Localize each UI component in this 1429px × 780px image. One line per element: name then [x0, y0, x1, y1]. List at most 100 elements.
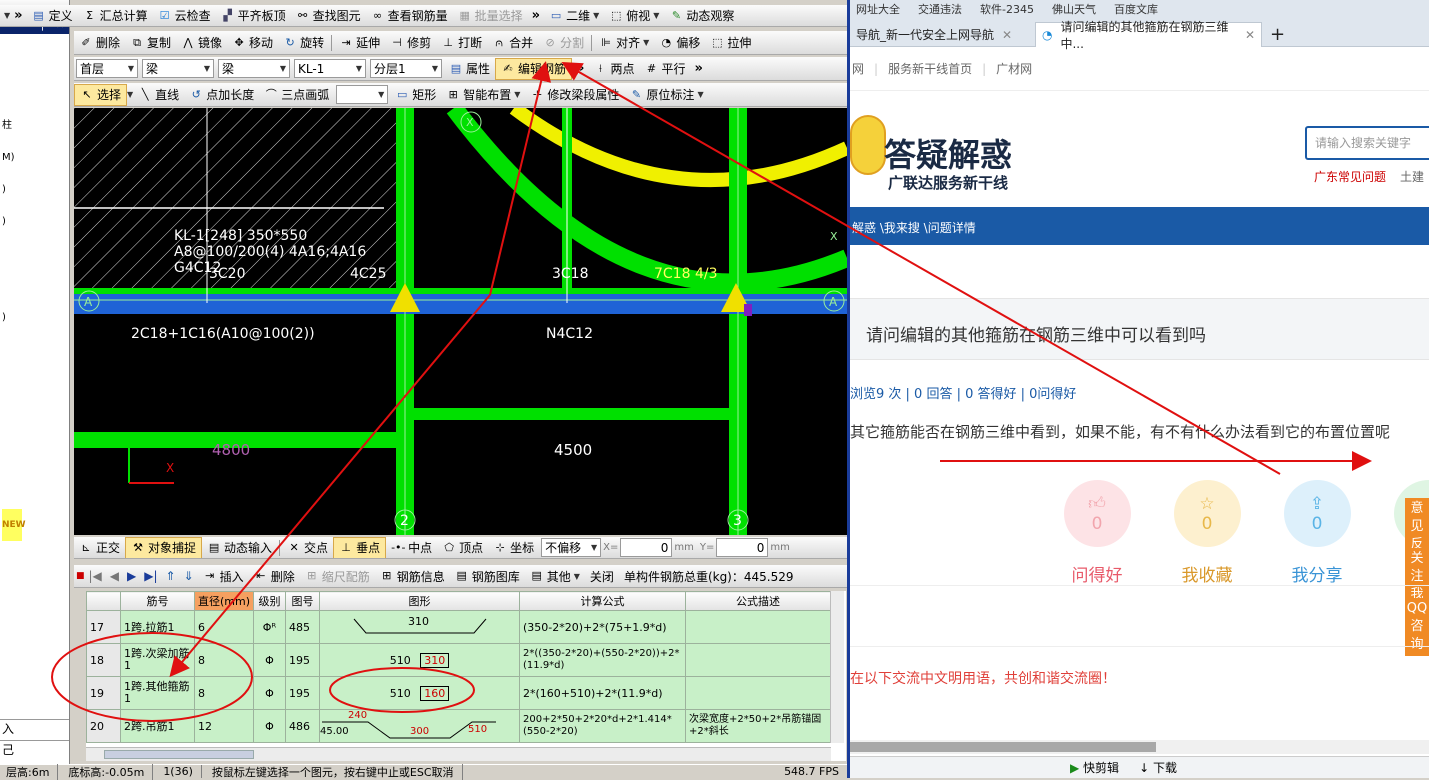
rebar-info-button[interactable]: ⊞ 钢筋信息	[375, 565, 450, 587]
ask-good-button[interactable]: 👍︎ 0 问得好	[1062, 480, 1132, 586]
nav-link[interactable]: 广材网	[996, 60, 1032, 77]
offset-button[interactable]: ◔ 偏移	[654, 32, 705, 54]
rebar-delete-button[interactable]: ⇤ 删除	[249, 565, 300, 587]
smart-layout-dropdown[interactable]: ⊞ 智能布置 ▼	[441, 84, 525, 106]
favorite-link[interactable]: 交通违法	[918, 1, 962, 17]
align-dropdown[interactable]: ⊫ 对齐 ▼	[594, 32, 654, 54]
split-button[interactable]: ⊘ 分割	[538, 32, 589, 54]
row-shape[interactable]: 240 45.00 300 510	[319, 709, 521, 743]
left-tab-2[interactable]: 己	[0, 740, 69, 760]
rotate-button[interactable]: ↻ 旋转	[278, 32, 329, 54]
perpendicular-snap[interactable]: ⊥ 垂点	[333, 537, 387, 558]
row-diameter[interactable]: 12	[193, 709, 255, 743]
more-icon[interactable]: »	[10, 8, 26, 23]
row-formula[interactable]: 2*(160+510)+2*(11.9*d)	[519, 676, 687, 710]
other-dropdown[interactable]: ▤ 其他 ▼	[525, 565, 585, 587]
header-formula[interactable]: 计算公式	[519, 591, 687, 611]
cloud-check-button[interactable]: ☑ 云检查	[153, 5, 216, 26]
more-icon[interactable]: »	[528, 8, 544, 23]
arc-mode-select[interactable]: ▼	[336, 85, 389, 104]
row-figure[interactable]: 486	[285, 709, 321, 743]
qq-tab[interactable]: QQ咨询	[1405, 598, 1429, 656]
link-guangdong[interactable]: 广东常见问题	[1314, 168, 1386, 185]
merge-button[interactable]: ⩀ 合并	[487, 32, 538, 54]
layer-select[interactable]: 分层1 ▼	[370, 59, 442, 78]
x-input[interactable]: 0	[620, 538, 673, 557]
row-desc[interactable]	[685, 676, 831, 710]
favorite-link[interactable]: 百度文库	[1114, 1, 1158, 17]
row-shape[interactable]: 510 310	[319, 643, 521, 677]
browser-tab-1[interactable]: 导航_新一代安全上网导航 ✕	[850, 22, 1033, 47]
link-civil[interactable]: 土建	[1400, 168, 1424, 185]
trim-button[interactable]: ⊣ 修剪	[385, 32, 436, 54]
favorite-link[interactable]: 网址大全	[856, 1, 900, 17]
row-shape[interactable]: 310	[319, 610, 521, 644]
header-figure[interactable]: 图号	[285, 591, 321, 611]
row-diameter[interactable]: 6	[193, 610, 255, 644]
up-icon[interactable]: ⇑	[162, 569, 180, 583]
left-tab-1[interactable]: 入	[0, 719, 69, 739]
page-hscroll-thumb[interactable]	[850, 742, 1156, 752]
dynamic-observe-button[interactable]: ✎ 动态观察	[664, 5, 739, 26]
favorite-button[interactable]: ☆ 0 我收藏	[1172, 480, 1242, 586]
table-row[interactable]: 17 1跨.拉筋1 6 Φᴿ 485 310 (350-2*20)+2*(75+…	[86, 610, 831, 644]
tree-item[interactable]: )	[2, 174, 69, 206]
favorite-link[interactable]: 软件-2345	[980, 1, 1034, 17]
floor-select[interactable]: 首层 ▼	[76, 59, 138, 78]
close-tab-icon[interactable]: ✕	[1245, 28, 1255, 42]
top-view-dropdown[interactable]: ⬚ 俯视 ▼	[604, 5, 664, 26]
rectangle-button[interactable]: ▭ 矩形	[390, 84, 441, 106]
intersection-snap[interactable]: ✕ 交点	[282, 537, 333, 558]
stretch-button[interactable]: ⬚ 拉伸	[705, 32, 756, 54]
row-grade[interactable]: Φ	[253, 709, 287, 743]
header-name[interactable]: 筋号	[120, 591, 195, 611]
next-icon[interactable]: ▶	[123, 569, 140, 583]
copy-button[interactable]: ⧉ 复制	[125, 32, 176, 54]
hscroll-thumb[interactable]	[104, 750, 254, 759]
row-diameter[interactable]: 8	[193, 643, 255, 677]
coordinate-snap[interactable]: ⊹ 坐标	[488, 537, 539, 558]
vertex-snap[interactable]: ⬠ 顶点	[437, 537, 488, 558]
row-figure[interactable]: 195	[285, 676, 321, 710]
row-name[interactable]: 1跨.次梁加筋1	[120, 643, 195, 677]
tree-item[interactable]: 柱	[2, 110, 69, 142]
modify-span-props-button[interactable]: ⊹ 修改梁段属性	[525, 84, 624, 106]
scale-rebar-button[interactable]: ⊞ 缩尺配筋	[300, 565, 375, 587]
rebar-library-button[interactable]: ▤ 钢筋图库	[450, 565, 525, 587]
table-row[interactable]: 18 1跨.次梁加筋1 8 Φ 195 510 310 2*((350-2*20…	[86, 643, 831, 677]
ortho-toggle[interactable]: ⊾ 正交	[74, 537, 125, 558]
drawing-canvas[interactable]: KL-1[248] 350*550 A8@100/200(4) 4A16;4A1…	[74, 108, 847, 535]
extend-button[interactable]: ⇥ 延伸	[334, 32, 385, 54]
close-panel-button[interactable]: 关闭	[585, 565, 619, 587]
category-select[interactable]: 梁 ▼	[142, 59, 214, 78]
view-2d-dropdown[interactable]: ▭ 二维 ▼	[544, 5, 604, 26]
last-icon[interactable]: ▶|	[140, 569, 161, 583]
share-button[interactable]: ⇪ 0 我分享	[1282, 480, 1352, 586]
row-formula[interactable]: (350-2*20)+2*(75+1.9*d)	[519, 610, 687, 644]
in-situ-label-dropdown[interactable]: ✎ 原位标注 ▼	[624, 84, 708, 106]
tree-item[interactable]: )	[2, 302, 69, 334]
object-snap-toggle[interactable]: ⚒ 对象捕捉	[125, 537, 203, 558]
more-icon[interactable]: »	[572, 61, 588, 76]
define-button[interactable]: ▤ 定义	[27, 5, 78, 26]
table-hscrollbar[interactable]	[86, 747, 831, 761]
first-icon[interactable]: |◀	[85, 569, 106, 583]
header-description[interactable]: 公式描述	[685, 591, 831, 611]
prev-icon[interactable]: ◀	[106, 569, 123, 583]
row-name[interactable]: 1跨.其他箍筋1	[120, 676, 195, 710]
header-diameter[interactable]: 直径(mm)	[193, 591, 255, 611]
find-element-button[interactable]: ⚯ 查找图元	[291, 5, 366, 26]
midpoint-snap[interactable]: -•- 中点	[386, 537, 437, 558]
download-button[interactable]: ↓ 下载	[1139, 759, 1177, 776]
down-icon[interactable]: ⇓	[180, 569, 198, 583]
offset-select[interactable]: 不偏移 ▼	[541, 538, 602, 557]
element-select[interactable]: KL-1 ▼	[294, 59, 366, 78]
page-hscrollbar[interactable]	[850, 740, 1429, 754]
row-grade[interactable]: Φ	[253, 676, 287, 710]
more-icon[interactable]: »	[690, 61, 706, 76]
browser-tab-2[interactable]: ◔ 请问编辑的其他箍筋在钢筋三维中... ✕	[1035, 20, 1262, 51]
dynamic-input-toggle[interactable]: ▤ 动态输入	[202, 537, 277, 558]
move-button[interactable]: ✥ 移动	[227, 32, 278, 54]
row-shape[interactable]: 510 160	[319, 676, 521, 710]
delete-button[interactable]: ✐ 删除	[74, 32, 125, 54]
